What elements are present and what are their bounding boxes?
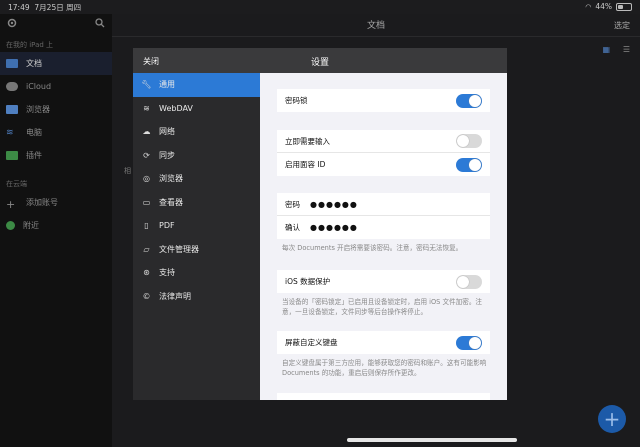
menu-item-browser[interactable]: ◎ 浏览器: [133, 167, 260, 191]
confirm-field[interactable]: ●●●●●●: [310, 223, 358, 232]
next-group: [277, 393, 490, 400]
menu-item-viewer[interactable]: ▭ 查看器: [133, 191, 260, 215]
face-id-row: 启用面容 ID: [277, 153, 490, 176]
document-icon: ▯: [144, 221, 149, 231]
sidebar-item-browser[interactable]: 浏览器: [0, 98, 112, 121]
confirm-row[interactable]: 确认 ●●●●●●: [277, 216, 490, 239]
menu-item-file-manager[interactable]: ▱ 文件管理器: [133, 238, 260, 262]
password-row[interactable]: 密码 ●●●●●●: [277, 193, 490, 216]
copyright-icon: ©: [142, 291, 151, 301]
partial-row: [277, 393, 490, 400]
ios-protection-group: iOS 数据保护: [277, 270, 490, 293]
settings-menu: 🔧︎ 通用 ≋ WebDAV ☁︎ 网络 ⟳ 同步 ◎ 浏览器 ▭ 查看器 ▯ PDF ▱ 文件…: [133, 73, 260, 400]
plus-icon: +: [6, 198, 16, 211]
gear-icon[interactable]: [6, 17, 18, 29]
page-title: 文档: [366, 21, 385, 31]
lifebuoy-icon: ⊛: [143, 268, 150, 278]
block-keyboards-toggle[interactable]: [456, 335, 482, 350]
block-keyboards-row: 屏蔽自定义键盘: [277, 331, 490, 354]
menu-item-support[interactable]: ⊛ 支持: [133, 261, 260, 285]
passcode-lock-toggle[interactable]: [456, 93, 482, 108]
wrench-icon: 🔧︎: [141, 80, 152, 90]
wifi-icon: ◠: [585, 2, 592, 11]
sidebar-item-computer[interactable]: ≋ 电脑: [0, 121, 112, 144]
sidebar: 在我的 iPad 上 文档 iCloud 浏览器 ≋ 电脑 插件 在云端 + 添加账…: [0, 14, 112, 447]
ios-protection-row: iOS 数据保护: [277, 270, 490, 293]
cloud-icon: [6, 82, 18, 91]
sidebar-item-add-account[interactable]: + 添加账号: [0, 191, 112, 214]
sidebar-item-icloud[interactable]: iCloud: [0, 75, 112, 98]
grid-view-icon[interactable]: ▦: [602, 45, 610, 54]
menu-item-network[interactable]: ☁︎ 网络: [133, 120, 260, 144]
wifi-icon: ≋: [143, 103, 150, 113]
status-right: ◠ 44%: [585, 2, 632, 11]
face-id-toggle[interactable]: [456, 157, 482, 172]
browser-icon: [6, 105, 18, 114]
ios-protection-toggle[interactable]: [456, 274, 482, 289]
plus-icon: +: [603, 407, 621, 431]
passcode-lock-row: 密码锁: [277, 89, 490, 112]
password-note: 每次 Documents 开启将需要该密码。注意，密码无法恢复。: [282, 244, 463, 252]
modal-header: 关闭 设置: [133, 48, 507, 73]
add-button[interactable]: +: [598, 405, 626, 433]
settings-content: 密码锁 立即需要输入 启用面容 ID 密码 ●●●●●● 确认 ●●●●●● 每…: [260, 73, 507, 400]
list-view-icon[interactable]: ☰: [623, 45, 630, 54]
passcode-group: 密码锁: [277, 89, 490, 112]
home-indicator[interactable]: [347, 438, 517, 442]
menu-item-sync[interactable]: ⟳ 同步: [133, 144, 260, 168]
cloud-icon: ☁︎: [142, 127, 151, 137]
menu-item-pdf[interactable]: ▯ PDF: [133, 214, 260, 238]
sidebar-section-device: 在我的 iPad 上: [6, 41, 54, 49]
sidebar-item-documents[interactable]: 文档: [0, 52, 112, 75]
compass-icon: ◎: [143, 174, 150, 184]
search-icon[interactable]: [95, 18, 105, 28]
divider: [112, 36, 640, 37]
settings-modal: 关闭 设置 🔧︎ 通用 ≋ WebDAV ☁︎ 网络 ⟳ 同步 ◎ 浏览器 ▭ 查看器 ▯ P…: [133, 48, 507, 400]
folder-icon: ▱: [143, 244, 150, 254]
status-time: 17:49 7月25日 周四: [8, 3, 82, 12]
keyboard-group: 屏蔽自定义键盘: [277, 331, 490, 354]
menu-item-legal[interactable]: © 法律声明: [133, 285, 260, 309]
status-bar: 17:49 7月25日 周四 ◠ 44%: [0, 0, 640, 14]
keyboard-note: 自定义键盘属于第三方应用，能够获取您的密码和账户。这有可能影响 Document…: [282, 359, 487, 377]
menu-item-general[interactable]: 🔧︎ 通用: [133, 73, 260, 97]
auth-group: 立即需要输入 启用面容 ID: [277, 130, 490, 176]
sidebar-toolbar: [0, 14, 112, 36]
require-immediately-row: 立即需要输入: [277, 130, 490, 153]
sidebar-item-plugins[interactable]: 插件: [0, 144, 112, 167]
battery-icon: [616, 2, 632, 11]
battery-percent: 44%: [595, 2, 612, 11]
hidden-label: 相: [124, 167, 131, 175]
folder-icon: [6, 59, 18, 68]
wifi-icon: ≋: [6, 128, 14, 138]
sidebar-item-nearby[interactable]: 附近: [0, 214, 112, 237]
ios-protection-note: 当设备的「密码锁定」已启用且设备锁定时，启用 iOS 文件加密。注意，一旦设备锁…: [282, 298, 483, 316]
plugin-icon: [6, 151, 18, 160]
nearby-icon: [6, 221, 15, 230]
password-field[interactable]: ●●●●●●: [310, 200, 358, 209]
sync-icon: ⟳: [143, 150, 150, 160]
require-immediately-toggle[interactable]: [456, 134, 482, 148]
password-group: 密码 ●●●●●● 确认 ●●●●●●: [277, 193, 490, 239]
modal-title: 设置: [310, 58, 329, 68]
menu-item-webdav[interactable]: ≋ WebDAV: [133, 97, 260, 121]
viewer-icon: ▭: [142, 197, 151, 207]
sidebar-section-cloud: 在云端: [6, 180, 27, 188]
select-button[interactable]: 选定: [614, 20, 630, 31]
